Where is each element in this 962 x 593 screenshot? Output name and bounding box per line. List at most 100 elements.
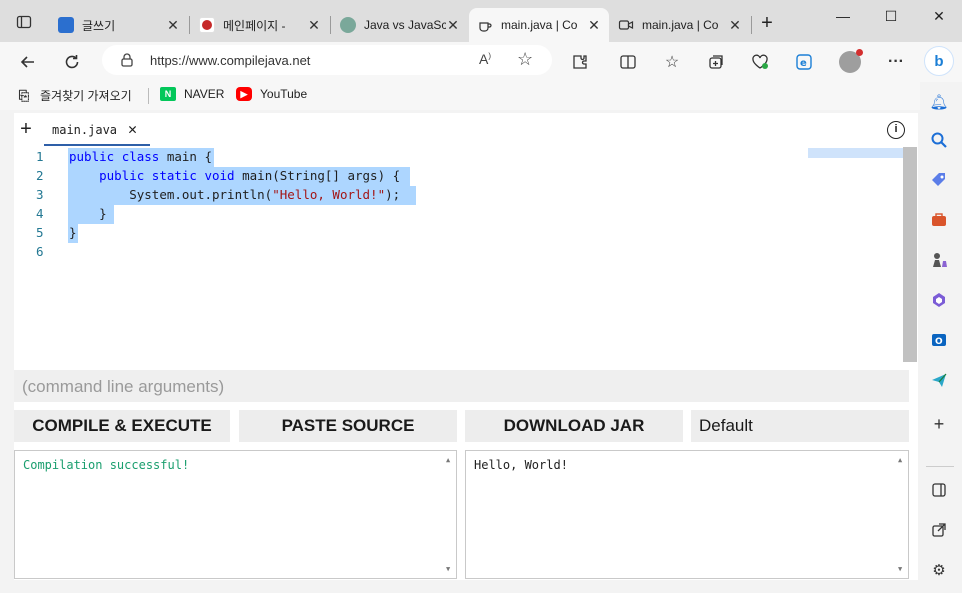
browser-tab-3[interactable]: Java vs JavaSc ✕ <box>332 10 468 40</box>
microsoft-365-icon[interactable] <box>929 290 949 310</box>
red-logo-icon <box>199 17 215 33</box>
code-line-4[interactable]: } <box>69 204 107 223</box>
scroll-down-arrow-icon[interactable]: ▼ <box>446 565 450 573</box>
hide-sidebar-icon[interactable] <box>929 480 949 500</box>
compiler-option-select[interactable]: Default <box>691 410 909 442</box>
paste-source-button[interactable]: PASTE SOURCE <box>239 410 457 442</box>
browser-tab-1[interactable]: 글쓰기 ✕ <box>50 10 188 40</box>
collections-icon[interactable] <box>704 50 728 74</box>
close-window-button[interactable]: ✕ <box>924 8 954 25</box>
code-line-3[interactable]: System.out.println("Hello, World!"); <box>69 185 400 204</box>
close-file-icon[interactable]: ✕ <box>128 120 137 138</box>
close-tab-icon[interactable]: ✕ <box>587 17 601 34</box>
search-icon[interactable] <box>929 130 949 150</box>
edge-e-icon[interactable]: e <box>792 50 816 74</box>
scroll-down-arrow-icon[interactable]: ▼ <box>898 565 902 573</box>
tab-title: Java vs JavaSc <box>364 18 446 32</box>
code-line-5[interactable]: } <box>69 223 77 242</box>
tab-divider <box>189 16 190 34</box>
sidebar-settings-gear-icon[interactable]: ⚙ <box>929 560 949 580</box>
tab-title: 글쓰기 <box>82 18 116 33</box>
profile-avatar-icon[interactable] <box>838 49 863 74</box>
open-external-icon[interactable] <box>929 520 949 540</box>
naver-icon: N <box>160 87 176 101</box>
file-tab-label: main.java <box>52 123 118 137</box>
edge-sidebar: 🔔︎ O + ⚙ <box>920 82 962 593</box>
scroll-up-arrow-icon[interactable]: ▲ <box>898 456 902 464</box>
notification-bell-icon[interactable]: 🔔︎ <box>929 92 949 112</box>
editor-tab-bar: + main.java ✕ i <box>14 113 918 147</box>
compile-output-box[interactable]: Compilation successful! ▲ ▼ <box>14 450 457 579</box>
read-aloud-icon[interactable]: A) <box>479 51 491 67</box>
new-tab-button[interactable]: + <box>752 12 782 35</box>
tab-actions-icon[interactable] <box>12 10 36 34</box>
close-tab-icon[interactable]: ✕ <box>166 17 180 34</box>
import-icon: ⎘ <box>18 87 30 103</box>
favorite-label: 즐겨찾기 가져오기 <box>40 89 132 103</box>
minimize-button[interactable]: — <box>828 8 858 24</box>
favorite-label: NAVER <box>184 87 225 101</box>
split-screen-icon[interactable] <box>616 50 640 74</box>
url-text[interactable]: https://www.compilejava.net <box>150 53 310 68</box>
favorite-naver[interactable]: N NAVER <box>160 87 224 101</box>
favorite-youtube[interactable]: ▶ YouTube <box>236 87 307 101</box>
back-arrow-icon[interactable] <box>16 50 40 74</box>
command-line-args-input[interactable]: (command line arguments) <box>14 370 909 402</box>
maximize-button[interactable]: ☐ <box>876 8 906 25</box>
extensions-icon[interactable] <box>568 50 592 74</box>
program-output-box[interactable]: Hello, World! ▲ ▼ <box>465 450 909 579</box>
send-plane-icon[interactable] <box>929 370 949 390</box>
output-scrollbar[interactable]: ▲ ▼ <box>442 451 456 578</box>
line-number: 5 <box>36 225 44 240</box>
games-chess-icon[interactable] <box>929 250 949 270</box>
browser-tab-5[interactable]: main.java | Co ✕ <box>610 10 750 40</box>
compile-execute-button[interactable]: COMPILE & EXECUTE <box>14 410 230 442</box>
favorites-list-icon[interactable]: ☆ <box>660 50 684 74</box>
output-scrollbar[interactable]: ▲ ▼ <box>894 451 908 578</box>
refresh-icon[interactable] <box>60 50 84 74</box>
tab-title: main.java | Co <box>642 18 719 32</box>
browser-tab-2[interactable]: 메인페이지 - ✕ <box>191 10 329 40</box>
tab-title: main.java | Co <box>501 18 578 32</box>
svg-text:e: e <box>800 58 807 69</box>
more-options-icon[interactable]: ··· <box>884 50 908 74</box>
minimap-viewport[interactable] <box>808 148 903 158</box>
svg-text:O: O <box>935 337 943 347</box>
browser-tab-4-active[interactable]: main.java | Co ✕ <box>469 8 609 42</box>
tools-briefcase-icon[interactable] <box>929 210 949 230</box>
video-icon <box>618 17 634 33</box>
webpage-content: + main.java ✕ i 1 2 3 4 5 6 public class… <box>14 113 918 580</box>
file-tab-main-java[interactable]: main.java ✕ <box>44 116 150 146</box>
add-sidebar-app-icon[interactable]: + <box>929 414 949 434</box>
close-tab-icon[interactable]: ✕ <box>307 17 321 34</box>
code-line-1[interactable]: public class main { <box>69 147 212 166</box>
line-number: 1 <box>36 149 44 164</box>
lock-icon[interactable] <box>120 52 134 71</box>
add-file-icon[interactable]: + <box>16 119 36 139</box>
favorites-bar: ⎘ 즐겨찾기 가져오기 N NAVER ▶ YouTube <box>0 82 920 110</box>
favorite-label: YouTube <box>260 87 308 101</box>
line-number: 2 <box>36 168 44 183</box>
browser-essentials-icon[interactable] <box>748 50 772 74</box>
scroll-up-arrow-icon[interactable]: ▲ <box>446 456 450 464</box>
sidebar-divider <box>926 466 954 467</box>
line-number: 3 <box>36 187 44 202</box>
compile-status-text: Compilation successful! <box>23 458 190 472</box>
browser-toolbar: https://www.compilejava.net A) ☆ ☆ e ···… <box>0 42 962 82</box>
favorite-star-icon[interactable]: ☆ <box>517 49 533 70</box>
close-tab-icon[interactable]: ✕ <box>728 17 742 34</box>
info-icon[interactable]: i <box>887 121 905 139</box>
address-bar[interactable]: https://www.compilejava.net A) ☆ <box>102 45 552 75</box>
close-tab-icon[interactable]: ✕ <box>446 17 460 34</box>
copilot-bing-icon[interactable]: b <box>924 46 954 76</box>
outlook-icon[interactable]: O <box>929 330 949 350</box>
globe-blue-icon <box>58 17 74 33</box>
line-number: 6 <box>36 244 44 259</box>
editor-scrollbar[interactable] <box>903 147 917 362</box>
download-jar-button[interactable]: DOWNLOAD JAR <box>465 410 683 442</box>
code-line-2[interactable]: public static void main(String[] args) { <box>69 166 400 185</box>
favorite-import[interactable]: ⎘ 즐겨찾기 가져오기 <box>16 87 132 104</box>
line-number: 4 <box>36 206 44 221</box>
chatgpt-icon <box>340 17 356 33</box>
shopping-tag-icon[interactable] <box>929 170 949 190</box>
